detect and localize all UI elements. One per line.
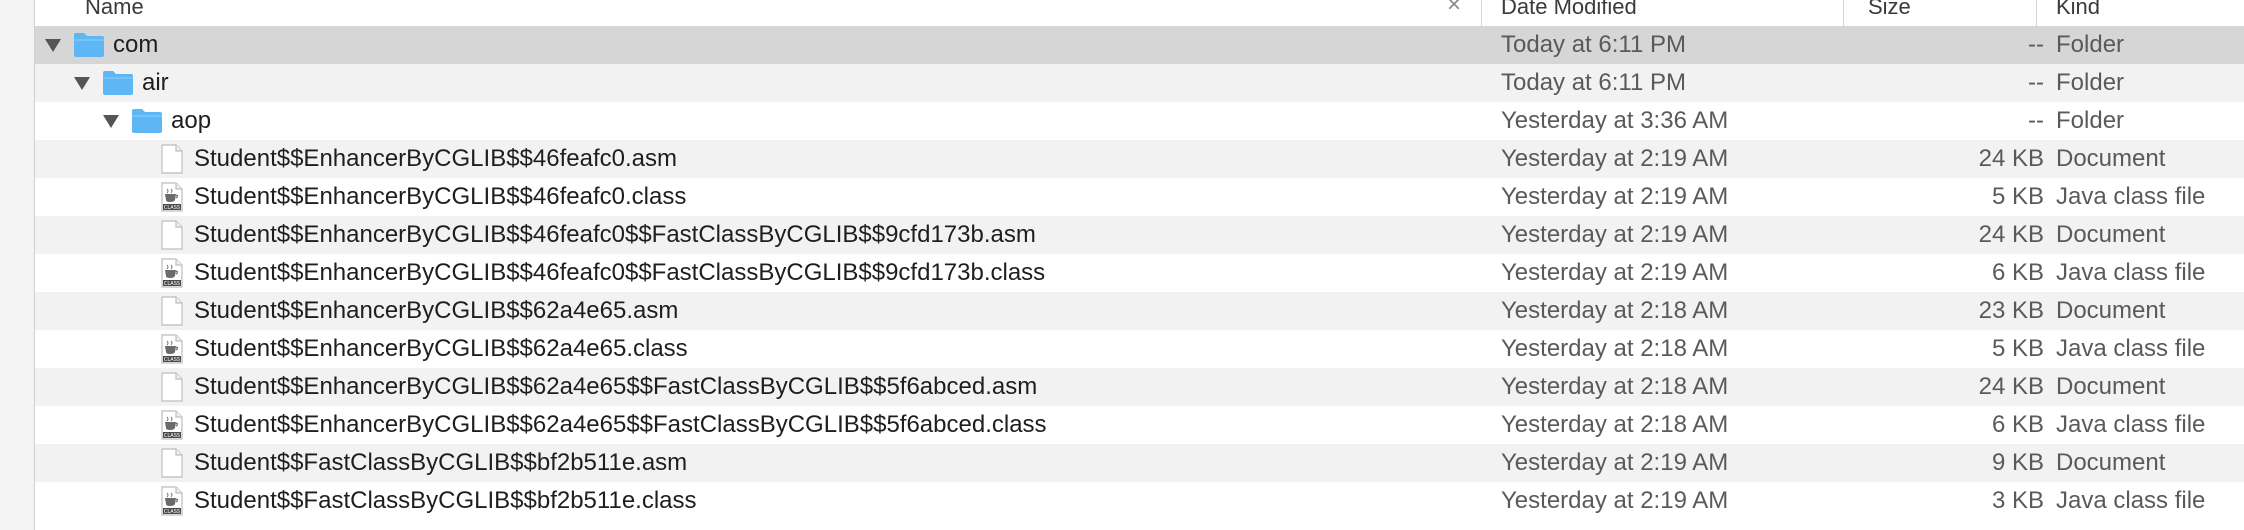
date-modified: Yesterday at 2:19 AM (1501, 259, 1729, 286)
java-class-icon: CLASS (160, 410, 184, 445)
file-row[interactable]: Student$$EnhancerByCGLIB$$62a4e65$$FastC… (35, 368, 2244, 406)
file-name: Student$$EnhancerByCGLIB$$46feafc0$$Fast… (194, 259, 1046, 286)
file-kind: Java class file (2056, 335, 2206, 362)
file-size: 3 KB (1991, 487, 2044, 514)
file-name: Student$$EnhancerByCGLIB$$62a4e65$$FastC… (194, 411, 1047, 438)
file-size: -- (2028, 69, 2044, 96)
file-name: Student$$EnhancerByCGLIB$$46feafc0.asm (194, 145, 677, 172)
column-kind-header[interactable]: Kind (2056, 0, 2100, 25)
file-size: 24 KB (1978, 373, 2044, 400)
file-row[interactable]: CLASS Student$$EnhancerByCGLIB$$46feafc0$… (35, 254, 2244, 292)
date-modified: Yesterday at 2:18 AM (1501, 411, 1729, 438)
svg-text:CLASS: CLASS (164, 509, 180, 515)
document-icon (160, 372, 184, 407)
file-kind: Folder (2056, 31, 2125, 58)
file-name: Student$$EnhancerByCGLIB$$46feafc0.class (194, 183, 687, 210)
file-name: Student$$FastClassByCGLIB$$bf2b511e.clas… (194, 487, 697, 514)
column-divider[interactable] (1481, 0, 1482, 26)
file-kind: Java class file (2056, 259, 2206, 286)
disclosure-triangle-icon[interactable] (74, 77, 90, 90)
file-name: Student$$EnhancerByCGLIB$$62a4e65.asm (194, 297, 679, 324)
column-name-header[interactable]: Name (85, 0, 144, 25)
folder-icon (131, 106, 163, 139)
file-row[interactable]: CLASS Student$$EnhancerByCGLIB$$46feafc0.… (35, 178, 2244, 216)
column-divider[interactable] (2036, 0, 2037, 26)
file-row[interactable]: CLASS Student$$EnhancerByCGLIB$$62a4e65.c… (35, 330, 2244, 368)
svg-text:CLASS: CLASS (164, 357, 180, 363)
file-size: -- (2028, 31, 2044, 58)
date-modified: Yesterday at 2:18 AM (1501, 373, 1729, 400)
java-class-icon: CLASS (160, 182, 184, 217)
file-name: Student$$EnhancerByCGLIB$$62a4e65.class (194, 335, 688, 362)
file-kind: Java class file (2056, 487, 2206, 514)
file-size: 9 KB (1991, 449, 2044, 476)
file-size: 5 KB (1991, 183, 2044, 210)
file-kind: Java class file (2056, 183, 2206, 210)
left-gutter (0, 0, 35, 530)
file-kind: Folder (2056, 69, 2125, 96)
file-size: 5 KB (1991, 335, 2044, 362)
document-icon (160, 220, 184, 255)
folder-row[interactable]: aop Yesterday at 3:36 AM -- Folder (35, 102, 2244, 140)
file-name: aop (171, 107, 212, 134)
file-name: Student$$FastClassByCGLIB$$bf2b511e.asm (194, 449, 688, 476)
svg-text:CLASS: CLASS (164, 205, 180, 211)
file-kind: Java class file (2056, 411, 2206, 438)
file-kind: Document (2056, 373, 2166, 400)
file-size: 24 KB (1978, 221, 2044, 248)
document-icon (160, 448, 184, 483)
column-header: Name × Date Modified Size Kind (35, 0, 2244, 27)
file-row[interactable]: CLASS Student$$EnhancerByCGLIB$$62a4e65$$… (35, 406, 2244, 444)
file-row[interactable]: Student$$EnhancerByCGLIB$$46feafc0$$Fast… (35, 216, 2244, 254)
file-name: air (142, 69, 169, 96)
date-modified: Yesterday at 3:36 AM (1501, 107, 1729, 134)
disclosure-triangle-icon[interactable] (45, 39, 61, 52)
folder-icon (73, 30, 105, 63)
date-modified: Yesterday at 2:19 AM (1501, 145, 1729, 172)
date-modified: Yesterday at 2:19 AM (1501, 449, 1729, 476)
file-row[interactable]: Student$$EnhancerByCGLIB$$62a4e65.asm Yes… (35, 292, 2244, 330)
file-kind: Folder (2056, 107, 2125, 134)
date-modified: Yesterday at 2:19 AM (1501, 487, 1729, 514)
file-kind: Document (2056, 221, 2166, 248)
java-class-icon: CLASS (160, 334, 184, 369)
file-name: Student$$EnhancerByCGLIB$$62a4e65$$FastC… (194, 373, 1038, 400)
file-name: Student$$EnhancerByCGLIB$$46feafc0$$Fast… (194, 221, 1036, 248)
disclosure-triangle-icon[interactable] (103, 115, 119, 128)
file-size: 6 KB (1991, 259, 2044, 286)
file-size: 6 KB (1991, 411, 2044, 438)
file-kind: Document (2056, 449, 2166, 476)
file-name: com (113, 31, 159, 58)
date-modified: Today at 6:11 PM (1501, 31, 1686, 58)
date-modified: Yesterday at 2:18 AM (1501, 335, 1729, 362)
java-class-icon: CLASS (160, 258, 184, 293)
file-row[interactable]: CLASS Student$$FastClassByCGLIB$$bf2b511e… (35, 482, 2244, 520)
date-modified: Yesterday at 2:18 AM (1501, 297, 1729, 324)
column-divider[interactable] (1843, 0, 1844, 26)
document-icon (160, 144, 184, 179)
folder-row[interactable]: com Today at 6:11 PM -- Folder (35, 26, 2244, 64)
file-kind: Document (2056, 297, 2166, 324)
date-modified: Yesterday at 2:19 AM (1501, 183, 1729, 210)
file-row[interactable]: Student$$EnhancerByCGLIB$$46feafc0.asm Ye… (35, 140, 2244, 178)
java-class-icon: CLASS (160, 486, 184, 521)
file-size: -- (2028, 107, 2044, 134)
column-size-header[interactable]: Size (1868, 0, 1911, 25)
file-size: 24 KB (1978, 145, 2044, 172)
column-date-modified-header[interactable]: Date Modified (1501, 0, 1637, 25)
file-kind: Document (2056, 145, 2166, 172)
file-size: 23 KB (1978, 297, 2044, 324)
folder-row[interactable]: air Today at 6:11 PM -- Folder (35, 64, 2244, 102)
svg-text:CLASS: CLASS (164, 281, 180, 287)
document-icon (160, 296, 184, 331)
date-modified: Today at 6:11 PM (1501, 69, 1686, 96)
file-list: com Today at 6:11 PM -- Folder air Today at 6… (35, 26, 2244, 530)
date-modified: Yesterday at 2:19 AM (1501, 221, 1729, 248)
close-icon[interactable]: × (1447, 0, 1461, 19)
svg-text:CLASS: CLASS (164, 433, 180, 439)
folder-icon (102, 68, 134, 101)
file-row[interactable]: Student$$FastClassByCGLIB$$bf2b511e.asm Y… (35, 444, 2244, 482)
